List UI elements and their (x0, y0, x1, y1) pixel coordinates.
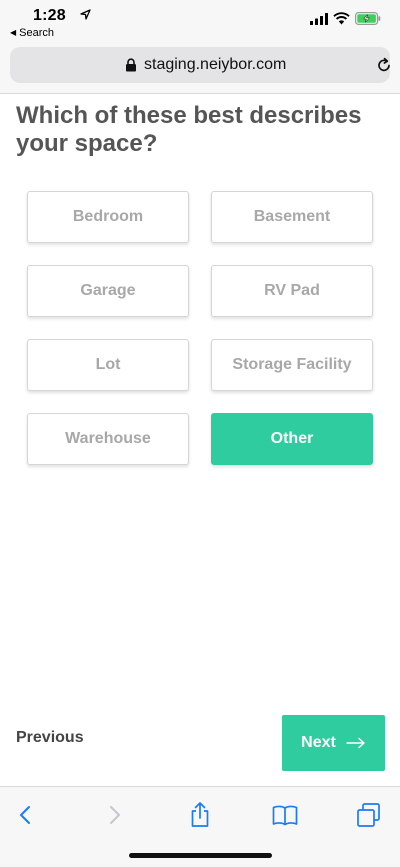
back-to-app-link[interactable]: ◀ Search (10, 27, 54, 39)
reload-icon[interactable] (376, 57, 392, 73)
option-warehouse[interactable]: Warehouse (27, 413, 189, 465)
lock-icon (126, 58, 136, 72)
status-time: 1:28 (33, 7, 66, 24)
address-bar[interactable]: staging.neiybor.com (10, 47, 390, 83)
wifi-icon (333, 12, 350, 25)
back-app-label: Search (19, 27, 55, 39)
battery-charging-icon (355, 12, 381, 25)
option-bedroom[interactable]: Bedroom (27, 191, 189, 243)
cellular-signal-icon (310, 13, 328, 25)
forward-icon[interactable] (100, 801, 128, 829)
option-lot[interactable]: Lot (27, 339, 189, 391)
next-button[interactable]: Next (282, 715, 385, 771)
browser-address-area: staging.neiybor.com (0, 44, 400, 94)
arrow-right-icon (346, 737, 365, 749)
back-icon[interactable] (12, 801, 40, 829)
share-icon[interactable] (186, 801, 214, 829)
tabs-icon[interactable] (355, 801, 383, 829)
option-basement[interactable]: Basement (211, 191, 373, 243)
next-button-label: Next (301, 734, 336, 751)
option-other[interactable]: Other (211, 413, 373, 465)
bookmarks-icon[interactable] (271, 801, 299, 829)
option-rv-pad[interactable]: RV Pad (211, 265, 373, 317)
option-garage[interactable]: Garage (27, 265, 189, 317)
back-triangle-icon: ◀ (10, 28, 17, 37)
page-title: Which of these best describes your space… (16, 102, 362, 157)
home-indicator[interactable] (129, 853, 272, 858)
status-bar: 1:28 ◀ Search (0, 0, 400, 44)
previous-button[interactable]: Previous (16, 729, 84, 747)
location-arrow-icon (80, 9, 91, 20)
url-text: staging.neiybor.com (144, 56, 287, 73)
option-storage-facility[interactable]: Storage Facility (211, 339, 373, 391)
